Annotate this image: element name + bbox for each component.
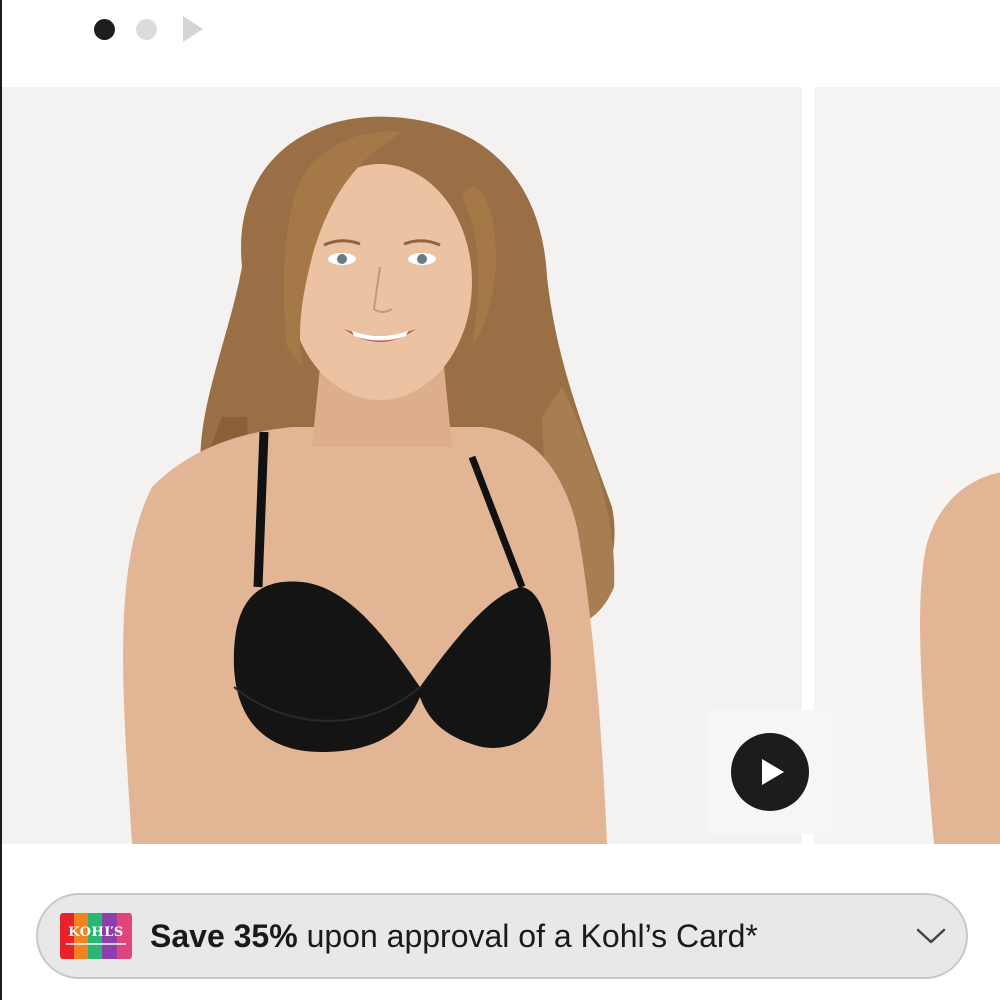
model-photo bbox=[123, 116, 615, 844]
card-logo-text: KOHĽS bbox=[68, 925, 124, 940]
card-logo-stripe bbox=[66, 943, 126, 945]
product-image-next[interactable] bbox=[814, 87, 1000, 844]
carousel-dot-1[interactable] bbox=[94, 18, 115, 40]
carousel-indicators bbox=[94, 12, 203, 46]
promo-message: Save 35% upon approval of a Kohl’s Card* bbox=[150, 918, 914, 955]
video-slide-indicator-icon[interactable] bbox=[183, 16, 203, 42]
promo-bold-text: Save 35% bbox=[150, 917, 298, 954]
next-model-photo bbox=[920, 472, 1000, 844]
promo-detail-text: upon approval of a Kohl’s Card* bbox=[297, 917, 758, 954]
product-image-main[interactable] bbox=[2, 87, 802, 844]
chevron-down-icon[interactable] bbox=[914, 919, 948, 953]
play-icon bbox=[762, 759, 784, 785]
kohls-card-promo-bar[interactable]: KOHĽS Save 35% upon approval of a Kohl’s… bbox=[36, 893, 968, 979]
carousel-dot-2[interactable] bbox=[136, 18, 157, 40]
kohls-card-logo: KOHĽS bbox=[60, 913, 132, 959]
video-thumbnail[interactable] bbox=[707, 710, 833, 834]
product-gallery-page: KOHĽS Save 35% upon approval of a Kohl’s… bbox=[0, 0, 1000, 1000]
video-play-button[interactable] bbox=[731, 733, 809, 811]
